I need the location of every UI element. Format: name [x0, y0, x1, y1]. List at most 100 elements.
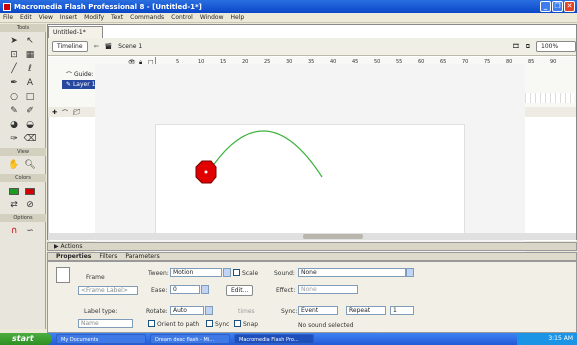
- maximize-button[interactable]: ❐: [552, 1, 563, 12]
- minimize-button[interactable]: _: [540, 1, 551, 12]
- stage-canvas[interactable]: [155, 124, 465, 234]
- horizontal-scrollbar[interactable]: [48, 233, 576, 240]
- tab-filters[interactable]: Filters: [99, 253, 117, 260]
- text-tool-icon[interactable]: A: [23, 77, 37, 89]
- pencil-tool-icon[interactable]: ✎: [7, 105, 21, 117]
- back-arrow-icon[interactable]: ⇦: [94, 43, 99, 50]
- actions-panel-header[interactable]: ▶ Actions: [47, 242, 577, 251]
- repeat-count-input[interactable]: 1: [390, 306, 414, 315]
- scale-checkbox[interactable]: [233, 269, 240, 276]
- colors-title: Colors: [0, 174, 46, 182]
- frame-number: 70: [462, 59, 469, 65]
- menu-insert[interactable]: Insert: [60, 14, 77, 21]
- menu-window[interactable]: Window: [200, 14, 224, 21]
- no-sound-text: No sound selected: [298, 322, 354, 329]
- menu-help[interactable]: Help: [231, 14, 245, 21]
- rotate-dropdown-arrow[interactable]: [205, 306, 213, 315]
- frame-grid[interactable]: 5 10 15 20 25 30 35 40 45 50 55 60 65 70 75 80 85 90: [155, 57, 574, 104]
- snap-checkbox[interactable]: [234, 320, 241, 327]
- close-button[interactable]: ✕: [564, 1, 575, 12]
- orient-checkbox[interactable]: [148, 320, 155, 327]
- zoom-select[interactable]: 100%: [536, 41, 576, 52]
- snap-magnet-icon[interactable]: ∩: [7, 225, 21, 237]
- swap-colors-icon[interactable]: ⇄: [7, 199, 21, 211]
- onion-skin-icon[interactable]: ◫: [153, 109, 159, 116]
- no-color-icon[interactable]: ⊘: [23, 199, 37, 211]
- frame-icon: [56, 267, 70, 283]
- edit-ease-button[interactable]: Edit...: [226, 285, 254, 296]
- properties-panel: Frame <Frame Label> Label type: Name Twe…: [47, 261, 577, 333]
- frame-rate: 12.0 fps: [172, 108, 198, 116]
- oval-tool-icon[interactable]: ○: [7, 91, 21, 103]
- menu-bar: File Edit View Insert Modify Text Comman…: [0, 13, 577, 23]
- motion-guide-path[interactable]: [207, 130, 323, 178]
- menu-control[interactable]: Control: [171, 14, 193, 21]
- hand-tool-icon[interactable]: ✋: [7, 159, 21, 171]
- menu-file[interactable]: File: [3, 14, 13, 21]
- task-dream-desc[interactable]: Dream desc flash - Mi...: [150, 334, 230, 344]
- layer-guide[interactable]: ⌒ Guide: La...: [62, 70, 154, 79]
- rotate-select[interactable]: Auto: [170, 306, 204, 315]
- free-transform-icon[interactable]: ⊡: [7, 49, 21, 61]
- stroke-color-icon[interactable]: [7, 185, 21, 197]
- eyedropper-icon[interactable]: ✑: [7, 133, 21, 145]
- menu-modify[interactable]: Modify: [84, 14, 104, 21]
- edit-scene-icon[interactable]: 🎞︎: [512, 43, 520, 50]
- tween-select[interactable]: Motion: [170, 268, 222, 277]
- trash-icon[interactable]: 🗑︎: [131, 109, 139, 116]
- add-folder-icon[interactable]: 📁︎: [73, 109, 81, 116]
- sync-checkbox[interactable]: [206, 320, 213, 327]
- zoom-tool-icon[interactable]: 🔍︎: [23, 159, 37, 171]
- paint-bucket-icon[interactable]: ◒: [23, 119, 37, 131]
- task-flash[interactable]: Macromedia Flash Pro...: [234, 334, 314, 344]
- ease-dropdown-arrow[interactable]: [201, 285, 209, 294]
- outline-icon[interactable]: □: [148, 59, 154, 66]
- scroll-thumb[interactable]: [303, 234, 363, 239]
- frame-number: 85: [528, 59, 535, 65]
- line-tool-icon[interactable]: ╱: [7, 63, 21, 75]
- sound-dropdown-arrow[interactable]: [406, 268, 414, 277]
- eye-icon[interactable]: 👁︎: [128, 59, 136, 66]
- selection-tool-icon[interactable]: ➤: [7, 35, 21, 47]
- menu-text[interactable]: Text: [111, 14, 123, 21]
- fill-transform-icon[interactable]: ▦: [23, 49, 37, 61]
- frame-number: 30: [286, 59, 293, 65]
- label-type-select[interactable]: Name: [78, 319, 133, 328]
- lock-icon[interactable]: 🔒︎: [139, 59, 142, 67]
- menu-edit[interactable]: Edit: [20, 14, 32, 21]
- effect-select[interactable]: None: [298, 285, 358, 294]
- motion-tween-frames[interactable]: [160, 79, 293, 88]
- rectangle-tool-icon[interactable]: □: [23, 91, 37, 103]
- task-my-documents[interactable]: My Documents: [56, 334, 146, 344]
- document-tab[interactable]: Untitled-1*: [48, 26, 103, 38]
- eraser-icon[interactable]: ⌫: [23, 133, 37, 145]
- scale-label: Scale: [242, 270, 259, 277]
- tween-dropdown-arrow[interactable]: [223, 268, 231, 277]
- lasso-tool-icon[interactable]: ℓ: [23, 63, 37, 75]
- fill-color-icon[interactable]: [23, 185, 37, 197]
- menu-commands[interactable]: Commands: [130, 14, 164, 21]
- tab-parameters[interactable]: Parameters: [125, 253, 159, 260]
- center-frame-icon[interactable]: ⊕: [143, 109, 148, 116]
- smooth-option-icon[interactable]: ∽: [23, 225, 37, 237]
- menu-view[interactable]: View: [39, 14, 53, 21]
- sync-event-select[interactable]: Event: [298, 306, 338, 315]
- ease-input[interactable]: 0: [170, 285, 200, 294]
- empty-frames[interactable]: [156, 93, 574, 103]
- layer-1[interactable]: ✎ Layer 1: [62, 80, 154, 89]
- brush-tool-icon[interactable]: ✐: [23, 105, 37, 117]
- tab-properties[interactable]: Properties: [56, 253, 91, 260]
- add-guide-icon[interactable]: ⌒: [62, 108, 68, 117]
- timeline-toggle-button[interactable]: Timeline: [52, 41, 88, 52]
- guide-frames[interactable]: [160, 69, 293, 78]
- repeat-select[interactable]: Repeat: [346, 306, 386, 315]
- ink-bottle-icon[interactable]: ◕: [7, 119, 21, 131]
- frame-label-input[interactable]: <Frame Label>: [78, 286, 138, 295]
- add-layer-icon[interactable]: ✚: [52, 109, 57, 116]
- start-button[interactable]: start: [0, 333, 52, 345]
- pen-tool-icon[interactable]: ✒: [7, 77, 21, 89]
- subselection-tool-icon[interactable]: ↖: [23, 35, 37, 47]
- edit-symbol-icon[interactable]: ⧉: [526, 43, 530, 51]
- frame-number: 5: [176, 59, 180, 65]
- sound-select[interactable]: None: [298, 268, 406, 277]
